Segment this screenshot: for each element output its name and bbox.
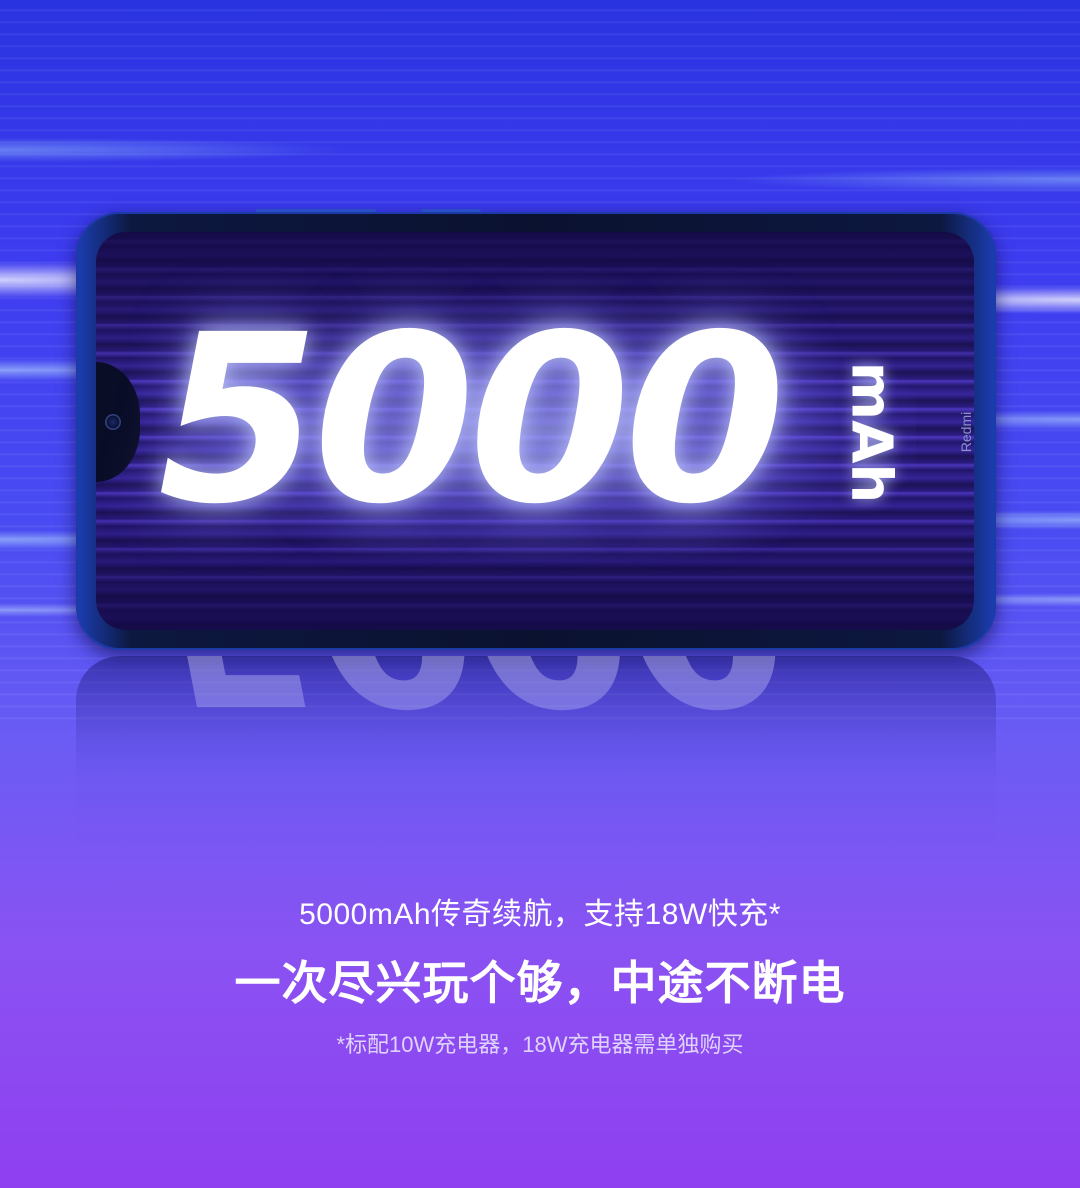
phone-screen: 5000 mAh [96,232,974,630]
reflection-number: 5000 [156,656,778,753]
front-camera-icon [105,414,121,430]
feature-headline: 一次尽兴玩个够，中途不断电 [234,956,846,1010]
brand-logo: Redmi [946,392,986,472]
phone-reflection: 5000 [76,656,996,856]
charger-footnote: *标配10W充电器，18W充电器需单独购买 [336,1032,744,1057]
phone-device: 5000 mAh Redmi [76,209,996,650]
unit-label: mAh [838,361,904,503]
power-button [421,209,481,212]
brand-label: Redmi [958,411,974,453]
volume-button [256,209,376,212]
battery-capacity-number: 5000 [158,285,786,555]
feature-subheadline: 5000mAh传奇续航，支持18W快充* [299,898,781,931]
marketing-copy: 5000mAh传奇续航，支持18W快充* 一次尽兴玩个够，中途不断电 *标配10… [0,890,1080,1062]
battery-capacity-unit: mAh [838,352,904,512]
waterdrop-notch [96,362,140,482]
